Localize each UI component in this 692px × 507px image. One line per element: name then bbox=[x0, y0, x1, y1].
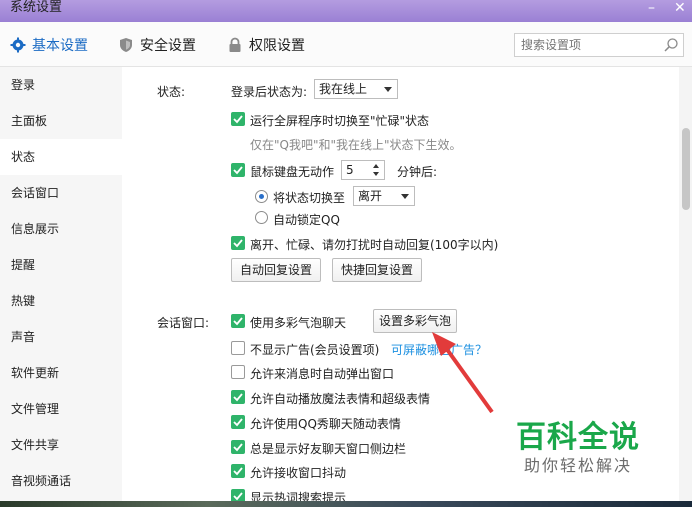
taskbar-strip bbox=[0, 501, 692, 507]
watermark-brand: 百科全说 bbox=[516, 420, 640, 455]
watermark-slogan: 助你轻松解决 bbox=[524, 456, 633, 475]
